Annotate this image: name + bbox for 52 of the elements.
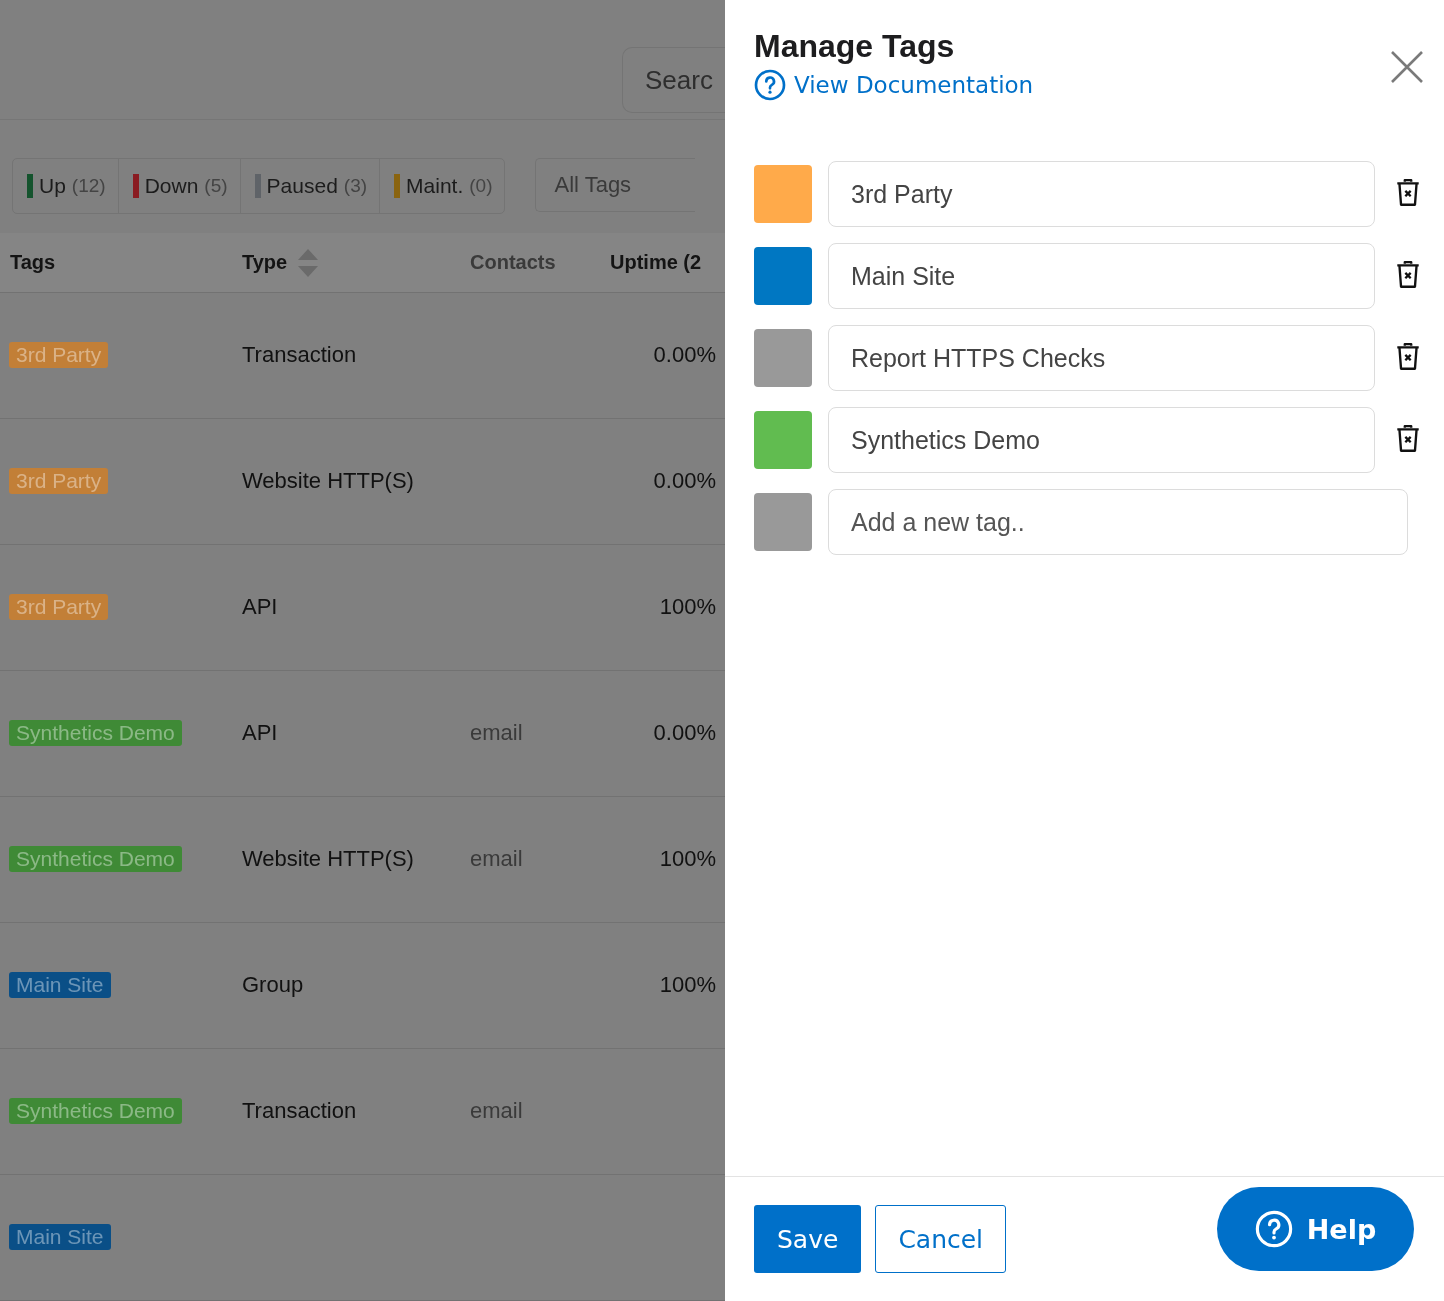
column-header: Uptime (2 — [609, 251, 703, 275]
help-icon — [1254, 1210, 1293, 1248]
tag-label: Synthetics Demo — [9, 720, 182, 747]
tag-name-field[interactable]: 3rd Party — [828, 161, 1375, 227]
tag-name-field[interactable]: Report HTTPS Checks — [828, 325, 1375, 391]
table-cell-text: API — [241, 720, 279, 747]
table-cell-text: Transaction — [241, 1098, 358, 1125]
tag-label: Synthetics Demo — [9, 1098, 182, 1125]
status-filter[interactable]: Paused (3) — [240, 159, 381, 214]
tag-label: 3rd Party — [9, 468, 109, 495]
tag-filter-dropdown[interactable]: All Tags — [535, 158, 696, 213]
tag-label: Main Site — [9, 972, 111, 999]
documentation-link[interactable]: View Documentation — [754, 69, 1034, 101]
table-cell-text: 0.00% — [652, 468, 716, 495]
tag-label: 3rd Party — [9, 594, 109, 621]
tag-label: Synthetics Demo — [9, 846, 182, 873]
table-cell-text: API — [241, 594, 279, 621]
status-filter[interactable]: Up (12) — [13, 159, 119, 214]
status-filter[interactable]: Maint. (0) — [380, 159, 505, 214]
save-button[interactable]: Save — [754, 1205, 862, 1273]
column-header: Tags — [9, 251, 57, 275]
table-cell-text: Group — [241, 972, 305, 999]
color-swatch[interactable] — [754, 247, 812, 305]
table-cell-text: email — [469, 1098, 524, 1125]
column-header: Contacts — [469, 251, 557, 275]
new-tag-field[interactable]: Add a new tag.. — [828, 489, 1408, 555]
color-swatch[interactable] — [754, 493, 812, 551]
close-icon[interactable] — [1390, 50, 1424, 84]
tag-label: Main Site — [9, 1224, 111, 1251]
table-cell-text: 0.00% — [652, 720, 716, 747]
tag-name-field[interactable]: Main Site — [828, 243, 1375, 309]
table-cell-text: 100% — [658, 594, 716, 621]
cancel-button[interactable]: Cancel — [875, 1205, 1007, 1273]
table-cell-text: email — [469, 846, 524, 873]
table-cell-text: 100% — [658, 846, 716, 873]
help-icon — [754, 69, 786, 101]
status-filter[interactable]: Down (5) — [118, 159, 241, 214]
color-swatch[interactable] — [754, 165, 812, 223]
table-cell-text: 0.00% — [652, 342, 716, 369]
table-cell-text: email — [469, 720, 524, 747]
table-cell-text: Website HTTP(S) — [241, 468, 415, 495]
color-swatch[interactable] — [754, 329, 812, 387]
sort-icon — [297, 247, 320, 278]
color-swatch[interactable] — [754, 411, 812, 469]
tag-label: 3rd Party — [9, 342, 109, 369]
table-cell-text: Website HTTP(S) — [241, 846, 415, 873]
tag-name-field[interactable]: Synthetics Demo — [828, 407, 1375, 473]
table-cell-text: 100% — [658, 972, 716, 999]
panel-title: Manage Tags — [754, 28, 956, 65]
column-header[interactable]: Type — [232, 247, 460, 278]
table-cell-text: Transaction — [241, 342, 358, 369]
help-button[interactable]: Help — [1217, 1187, 1414, 1271]
